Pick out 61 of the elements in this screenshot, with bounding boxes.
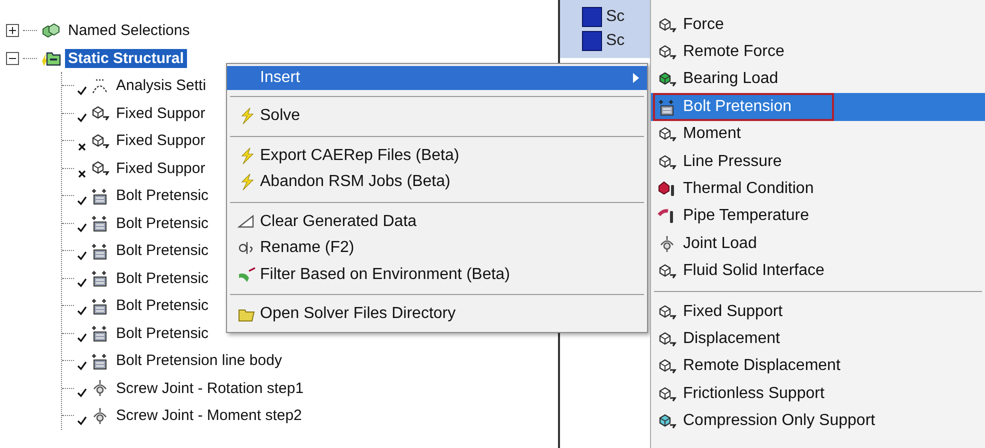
menu-item[interactable]: Frictionless Support xyxy=(651,380,985,408)
cube-icon xyxy=(657,412,677,430)
menu-item[interactable]: Line Pressure xyxy=(651,148,985,176)
cube-icon xyxy=(657,262,677,280)
tree-item[interactable]: Bolt Pretensic xyxy=(113,186,212,206)
cube-icon xyxy=(657,16,677,34)
cube-icon xyxy=(90,132,110,150)
panel-item[interactable]: Sc xyxy=(606,8,625,26)
tree-item[interactable]: Fixed Suppor xyxy=(113,158,208,178)
menu-item[interactable]: Open Solver Files Directory xyxy=(227,301,647,328)
menu-item[interactable]: Filter Based on Environment (Beta) xyxy=(227,262,647,288)
tree-item[interactable]: Static Structural xyxy=(65,48,187,68)
tree-item[interactable]: Fixed Suppor xyxy=(113,104,208,123)
menu-item[interactable]: Fluid Solid Interface xyxy=(651,258,985,285)
cube-icon xyxy=(657,43,677,62)
filter-icon xyxy=(237,266,257,284)
cube-icon xyxy=(657,70,677,88)
menu-item[interactable]: Solve xyxy=(227,103,647,130)
cube-icon xyxy=(657,302,677,321)
menu-item[interactable]: Joint Load xyxy=(651,230,985,258)
menu-item[interactable]: Compression Only Support xyxy=(651,407,985,435)
menu-item[interactable]: Remote Force xyxy=(651,38,985,66)
tree-item[interactable]: Screw Joint - Rotation step1 xyxy=(113,378,307,398)
menu-item[interactable]: Remote Displacement xyxy=(651,352,985,380)
tree-item[interactable]: Named Selections xyxy=(65,21,193,40)
menu-item[interactable]: Pipe Temperature xyxy=(651,202,985,230)
tree-item[interactable]: Screw Joint - Moment step2 xyxy=(113,406,305,426)
hexagon-icon xyxy=(657,180,677,198)
menu-item[interactable]: Abandon RSM Jobs (Beta) xyxy=(227,169,647,196)
tree-item[interactable]: Analysis Setti xyxy=(113,76,210,96)
cube-icon xyxy=(657,125,677,144)
square-icon xyxy=(582,31,602,51)
menu-item[interactable]: Clear Generated Data xyxy=(227,208,647,235)
menu-item[interactable]: Rename (F2) xyxy=(227,235,647,262)
cubes-icon xyxy=(41,22,61,40)
tree-item[interactable]: Bolt Pretensic xyxy=(113,241,212,260)
square-icon xyxy=(582,7,602,27)
menu-item[interactable]: Force xyxy=(651,11,985,38)
tree-item[interactable]: Bolt Pretensic xyxy=(113,296,212,316)
tree-item[interactable]: Bolt Pretension line body xyxy=(113,351,285,370)
menu-item[interactable]: Thermal Condition xyxy=(651,175,985,203)
menu-item[interactable]: Insert xyxy=(227,66,647,90)
tree-item[interactable]: Bolt Pretensic xyxy=(113,214,212,233)
cube-icon xyxy=(657,152,677,171)
cube-icon xyxy=(657,330,677,348)
tree-item[interactable]: Bolt Pretensic xyxy=(113,324,212,343)
tree-item[interactable]: Bolt Pretensic xyxy=(113,268,212,288)
panel-item[interactable]: Sc xyxy=(606,32,625,50)
cube-icon xyxy=(657,357,677,376)
cube-icon xyxy=(90,159,110,178)
tree-item[interactable]: Fixed Suppor xyxy=(113,131,208,150)
expand-icon[interactable] xyxy=(6,24,19,38)
cube-icon xyxy=(90,104,110,122)
collapse-icon[interactable] xyxy=(6,52,19,65)
menu-item[interactable]: Displacement xyxy=(651,325,985,353)
cube-icon xyxy=(657,384,677,403)
menu-item[interactable]: Export CAERep Files (Beta) xyxy=(227,142,647,169)
menu-item[interactable]: Bearing Load xyxy=(651,66,985,94)
menu-item[interactable]: Fixed Support xyxy=(651,298,985,326)
menu-item[interactable]: Bolt Pretension xyxy=(651,93,985,121)
menu-item[interactable]: Moment xyxy=(651,120,985,148)
